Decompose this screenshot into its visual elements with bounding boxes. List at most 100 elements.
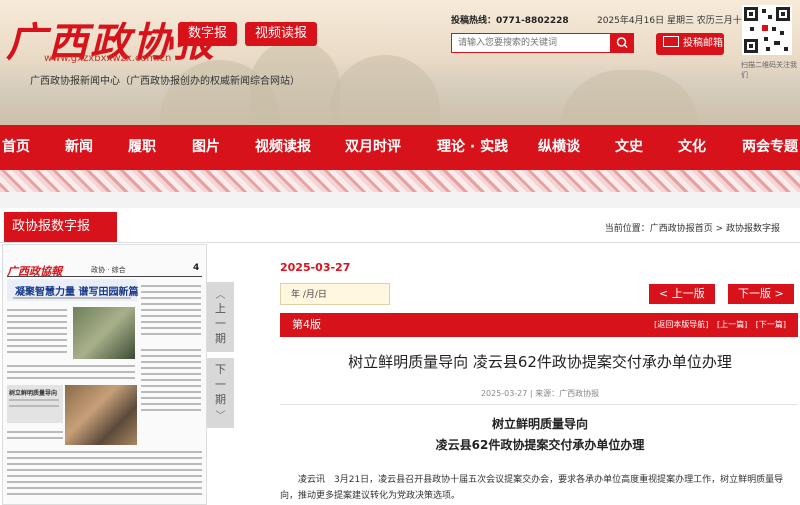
nav-item-theory-practice[interactable]: 理论 · 实践 xyxy=(437,125,508,170)
qr-code-icon xyxy=(744,7,790,53)
article-heading: 树立鲜明质量导向 xyxy=(491,417,588,431)
text-line xyxy=(141,315,201,317)
digital-paper-button[interactable]: 数字报 xyxy=(178,22,238,46)
prev-issue-char: 一 xyxy=(215,317,226,330)
text-line xyxy=(7,377,135,379)
next-article-link[interactable]: [下一篇] xyxy=(756,320,786,329)
text-line xyxy=(141,379,201,381)
next-issue-char: 下 xyxy=(215,363,226,376)
next-issue-char: 期 xyxy=(215,393,226,406)
current-date: 2025年4月16日 星期三 农历三月十九 xyxy=(597,16,751,26)
next-issue-button[interactable]: 下 一 期 ﹀ xyxy=(207,358,234,428)
nav-item-history[interactable]: 文史 xyxy=(615,125,643,170)
hotline: 投稿热线：0771-8802228 xyxy=(451,13,569,26)
qr-caption: 扫描二维码关注我们 xyxy=(741,61,797,79)
paper-rule xyxy=(7,276,202,277)
edition-number: 第4版 xyxy=(292,318,321,331)
text-line xyxy=(141,291,201,293)
search-icon xyxy=(616,37,628,49)
nav-item-duties[interactable]: 履职 xyxy=(128,125,156,170)
decorative-strip xyxy=(0,192,800,208)
text-line xyxy=(7,351,67,353)
decorative-band xyxy=(0,170,800,192)
paper-photo xyxy=(65,385,137,445)
mountain-decor xyxy=(560,70,700,125)
text-line xyxy=(141,385,201,387)
prev-article-link[interactable]: [上一篇] xyxy=(717,320,747,329)
text-line xyxy=(7,475,202,477)
newspaper-page-preview[interactable]: 广西政協報 政协 · 综合 4 凝聚智慧力量 谱写田园新篇 树立鲜明质量导向 xyxy=(2,244,207,505)
nav-item-video-reading[interactable]: 视频读报 xyxy=(255,125,311,170)
text-line xyxy=(141,361,201,363)
nav-item-news[interactable]: 新闻 xyxy=(65,125,93,170)
nav-item-pictures[interactable]: 图片 xyxy=(192,125,220,170)
text-line xyxy=(141,309,201,311)
text-line xyxy=(141,367,201,369)
chevron-up-icon: ︿ xyxy=(215,290,226,301)
nav-item-home[interactable]: 首页 xyxy=(2,125,30,170)
prev-page-button[interactable]: < 上一版 xyxy=(649,284,715,304)
chevron-down-icon: ﹀ xyxy=(215,411,226,422)
text-line xyxy=(13,297,131,299)
publication-date: 2025-03-27 xyxy=(280,261,351,274)
text-line xyxy=(141,355,201,357)
text-line xyxy=(141,403,201,405)
paper-headline: 凝聚智慧力量 谱写田园新篇 xyxy=(15,287,139,298)
submission-mail-button[interactable]: 投稿邮箱 xyxy=(656,33,724,55)
text-line xyxy=(7,469,202,471)
site-url: www.gxzxbxxwzx.com.cn xyxy=(44,53,172,64)
mail-icon xyxy=(663,36,679,47)
article-subheading: 凌云县62件政协提案交付承办单位办理 xyxy=(435,438,645,452)
next-page-button[interactable]: 下一版 > xyxy=(728,284,794,304)
text-line xyxy=(141,327,201,329)
mail-label: 投稿邮箱 xyxy=(683,38,723,49)
nav-item-sessions-special[interactable]: 两会专题 xyxy=(742,125,798,170)
article-divider xyxy=(280,404,798,405)
back-to-edition-nav-link[interactable]: [返回本版导航] xyxy=(654,320,708,329)
text-line xyxy=(141,333,201,335)
article-meta: 2025-03-27 | 来源：广西政协报 xyxy=(480,389,600,398)
paper-page-number: 4 xyxy=(193,263,200,273)
text-line xyxy=(7,333,67,335)
prev-issue-char: 上 xyxy=(215,302,226,315)
hotline-label: 投稿热线： xyxy=(451,16,497,26)
text-line xyxy=(141,397,201,399)
text-line xyxy=(7,463,202,465)
hotline-number: 0771-8802228 xyxy=(496,16,569,26)
text-line xyxy=(7,457,202,459)
text-line xyxy=(141,321,201,323)
site-tagline: 广西政协报新闻中心（广西政协报创办的权威新闻综合网站） xyxy=(30,76,300,87)
text-line xyxy=(141,297,201,299)
text-line xyxy=(141,391,201,393)
main-nav: 首页 新闻 履职 图片 视频读报 双月时评 理论 · 实践 纵横谈 文史 文化 … xyxy=(0,125,800,170)
text-line xyxy=(7,487,202,489)
site-header: 广西政协报 www.gxzxbxxwzx.com.cn 广西政协报新闻中心（广西… xyxy=(0,0,800,125)
nav-item-bimonthly-review[interactable]: 双月时评 xyxy=(345,125,401,170)
text-line xyxy=(141,373,201,375)
paper-sub-headline: 树立鲜明质量导向 xyxy=(9,390,58,397)
mountain-decor xyxy=(330,55,440,125)
text-line xyxy=(9,399,59,401)
text-line xyxy=(7,493,202,495)
nav-item-commentary[interactable]: 纵横谈 xyxy=(538,125,580,170)
text-line xyxy=(7,345,67,347)
article-title: 树立鲜明质量导向 凌云县62件政协提案交付承办单位办理 xyxy=(348,353,732,371)
text-line xyxy=(9,405,59,407)
search-input[interactable] xyxy=(451,33,611,53)
text-line xyxy=(7,309,67,311)
next-issue-char: 一 xyxy=(215,378,226,391)
prev-issue-button[interactable]: ︿ 上 一 期 xyxy=(207,282,234,352)
section-title: 政协报数字报 xyxy=(4,212,117,242)
text-line xyxy=(141,285,201,287)
paper-section-label: 政协 · 综合 xyxy=(91,266,126,274)
text-line xyxy=(7,365,135,367)
date-picker-field[interactable]: 年 /月/日 xyxy=(280,283,390,305)
section-bar: 政协报数字报 当前位置：广西政协报首页 > 政协报数字报 xyxy=(0,212,800,243)
breadcrumb[interactable]: 当前位置：广西政协报首页 > 政协报数字报 xyxy=(605,221,780,234)
video-reading-button[interactable]: 视频读报 xyxy=(245,22,318,46)
text-line xyxy=(7,437,63,439)
nav-item-culture[interactable]: 文化 xyxy=(678,125,706,170)
text-line xyxy=(7,339,67,341)
search-button[interactable] xyxy=(611,33,634,53)
prev-issue-char: 期 xyxy=(215,332,226,345)
